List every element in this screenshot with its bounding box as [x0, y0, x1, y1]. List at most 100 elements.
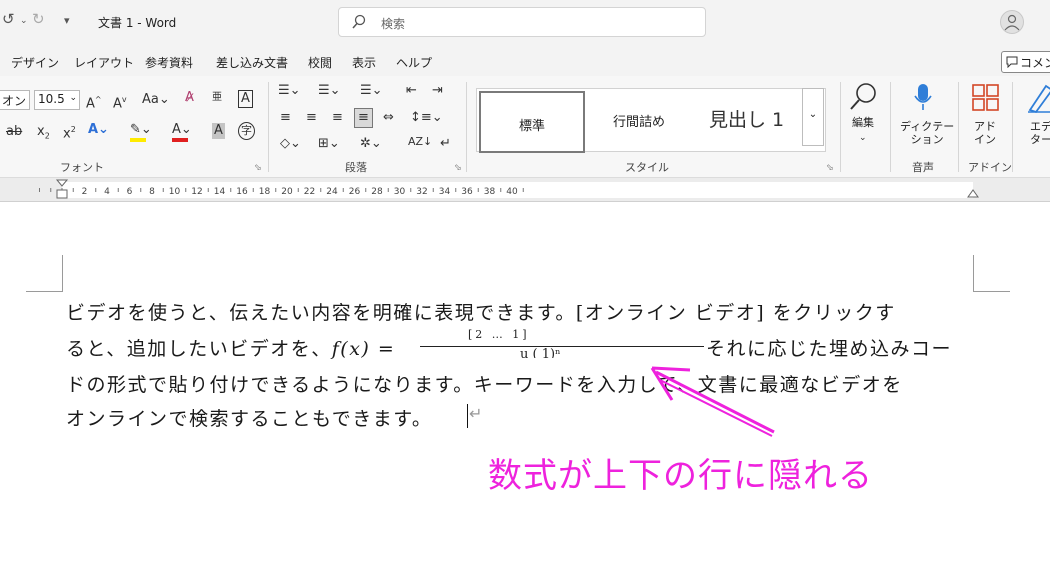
ruler-tick-label: 10 — [169, 187, 181, 197]
styles-dialog-launcher-icon[interactable]: ⬂ — [826, 163, 834, 173]
borders-icon[interactable]: ⊞⌄ — [318, 136, 340, 152]
grow-font-icon[interactable]: A^ — [86, 92, 102, 112]
find-magnifier-icon[interactable] — [848, 80, 880, 112]
ruler-tick-label: 24 — [326, 187, 338, 197]
line-2-head: ると、追加したいビデオを、 — [66, 338, 332, 360]
tab-layout[interactable]: レイアウト — [74, 54, 134, 71]
font-color-swatch — [172, 138, 188, 142]
equation-denominator-fragment[interactable]: u ( 1)ⁿ — [520, 347, 561, 358]
document-title: 文書 1 - Word — [98, 16, 177, 30]
document-line-1[interactable]: ビデオを使うと、伝えたい内容を明確に表現できます。[オンライン ビデオ] をクリ… — [66, 298, 896, 325]
ruler-tick-label: 36 — [461, 187, 473, 197]
sort-icon[interactable]: AZ↓ — [408, 134, 432, 150]
phonetic-guide-icon[interactable]: 亜 — [212, 90, 222, 106]
font-size-combo[interactable]: 10.5 ⌄ — [34, 90, 80, 110]
paragraph-mark-icon: ↵ — [469, 404, 483, 423]
equation-numerator-fragment[interactable]: [2 … 1] — [468, 328, 530, 341]
distributed-icon[interactable]: ⇔ — [383, 110, 394, 126]
search-placeholder: 検索 — [381, 17, 406, 31]
highlight-color-swatch — [130, 138, 146, 142]
style-normal[interactable]: 標準 — [479, 91, 585, 153]
clear-formatting-icon[interactable]: A̷ — [185, 90, 194, 106]
text-effects-icon[interactable]: A⌄ — [88, 122, 109, 138]
title-bar: ↺ ⌄ ↻ ▾ 文書 1 - Word 検索 — [0, 0, 1050, 44]
editor-button-label[interactable]: エデ ター — [1030, 120, 1050, 146]
ribbon-tabs: デザイン レイアウト 参考資料 差し込み文書 校閲 表示 ヘルプ — [0, 44, 1050, 76]
group-separator — [890, 82, 891, 172]
ruler-tick-label: 28 — [371, 187, 383, 197]
align-center-icon[interactable]: ≡ — [306, 110, 317, 126]
account-avatar[interactable] — [1000, 10, 1024, 34]
change-case-icon[interactable]: Aa⌄ — [142, 92, 170, 108]
numbering-icon[interactable]: ☰⌄ — [318, 83, 341, 99]
align-left-icon[interactable]: ≡ — [280, 110, 291, 126]
asian-layout-icon[interactable]: ✲⌄ — [360, 136, 382, 152]
styles-gallery-more-button[interactable]: ⌄ — [802, 88, 824, 146]
equation-fraction-bar[interactable] — [420, 346, 704, 347]
enclose-character-icon[interactable]: 字 — [238, 122, 255, 140]
decrease-indent-icon[interactable]: ⇤ — [406, 83, 417, 99]
increase-indent-icon[interactable]: ⇥ — [432, 83, 443, 99]
ruler-tick-label: 38 — [484, 187, 496, 197]
justify-icon[interactable]: ≡ — [354, 108, 373, 128]
add-ins-group-label: アドイン — [968, 161, 1012, 174]
tab-design[interactable]: デザイン — [11, 54, 59, 71]
bullets-icon[interactable]: ☰⌄ — [278, 83, 301, 99]
horizontal-ruler[interactable]: 2 4 6 8 10 12 14 16 18 20 22 24 26 28 30 32 34 36 38 40 — [0, 178, 1050, 202]
shrink-font-icon[interactable]: Av — [113, 92, 127, 112]
comment-button[interactable]: コメント — [1001, 51, 1050, 73]
comment-button-label: コメント — [1020, 56, 1050, 70]
equation-lhs[interactable]: f(x) = — [332, 338, 396, 360]
customize-qat-icon[interactable]: ▾ — [64, 14, 70, 27]
dictate-button-label[interactable]: ディクテー ション — [900, 120, 954, 146]
font-size-value: 10.5 — [38, 92, 65, 106]
tab-references[interactable]: 参考資料 — [145, 54, 193, 71]
word-window: ↺ ⌄ ↻ ▾ 文書 1 - Word 検索 デザイン レイアウト 参考資料 差… — [0, 0, 1050, 579]
add-ins-grid-icon[interactable] — [972, 84, 1000, 112]
highlight-icon[interactable]: ✎⌄ — [130, 122, 152, 138]
editing-button-label[interactable]: 編集 — [852, 116, 874, 129]
strikethrough-icon[interactable]: ab — [6, 124, 22, 140]
style-no-spacing[interactable]: 行間詰め — [587, 89, 697, 151]
undo-icon[interactable]: ↺ — [2, 10, 15, 28]
character-shading-icon[interactable]: A — [212, 123, 225, 139]
ruler-tick-label: 20 — [281, 187, 293, 197]
document-line-3[interactable]: ドの形式で貼り付けできるようになります。キーワードを入力して、文書に最適なビデオ… — [66, 370, 903, 397]
styles-gallery: 標準 行間詰め 見出し 1 — [476, 88, 826, 153]
line-spacing-icon[interactable]: ↕≡⌄ — [410, 110, 443, 126]
show-marks-icon[interactable]: ↵ — [440, 136, 451, 152]
text-cursor — [467, 404, 468, 428]
superscript-icon[interactable]: x2 — [63, 122, 76, 142]
add-ins-button-label[interactable]: アド イン — [974, 120, 996, 146]
ruler-tick-label: 34 — [439, 187, 451, 197]
undo-dropdown-icon[interactable]: ⌄ — [20, 16, 28, 26]
font-dialog-launcher-icon[interactable]: ⬂ — [254, 163, 262, 173]
microphone-icon[interactable] — [912, 82, 934, 114]
group-separator — [466, 82, 467, 172]
paragraph-dialog-launcher-icon[interactable]: ⬂ — [454, 163, 462, 173]
tab-view[interactable]: 表示 — [352, 54, 376, 71]
line-2-tail[interactable]: それに応じた埋め込みコー — [706, 334, 952, 361]
group-separator — [840, 82, 841, 172]
ruler-tick-label: 18 — [259, 187, 271, 197]
font-color-icon[interactable]: A⌄ — [172, 122, 192, 138]
align-right-icon[interactable]: ≡ — [332, 110, 343, 126]
font-name-combo[interactable]: オン — [0, 90, 30, 110]
subscript-icon[interactable]: x2 — [37, 124, 50, 145]
redo-icon[interactable]: ↻ — [32, 10, 45, 28]
shading-icon[interactable]: ◇⌄ — [280, 136, 301, 152]
tab-mailings[interactable]: 差し込み文書 — [216, 54, 288, 71]
group-separator — [268, 82, 269, 172]
search-box[interactable]: 検索 — [338, 7, 706, 37]
style-heading-1[interactable]: 見出し 1 — [699, 89, 803, 151]
person-icon — [1004, 14, 1020, 31]
ruler-tick-label: 2 — [82, 187, 88, 197]
document-line-2[interactable]: ると、追加したいビデオを、f(x) = — [66, 334, 395, 361]
document-line-4[interactable]: オンラインで検索することもできます。 — [66, 404, 432, 431]
editor-pen-icon[interactable] — [1026, 82, 1050, 114]
enclosed-character-icon[interactable]: A — [238, 90, 253, 108]
tab-review[interactable]: 校閲 — [308, 54, 332, 71]
multilevel-list-icon[interactable]: ☰⌄ — [360, 83, 383, 99]
font-name-value: オン — [2, 94, 27, 108]
tab-help[interactable]: ヘルプ — [396, 54, 432, 71]
